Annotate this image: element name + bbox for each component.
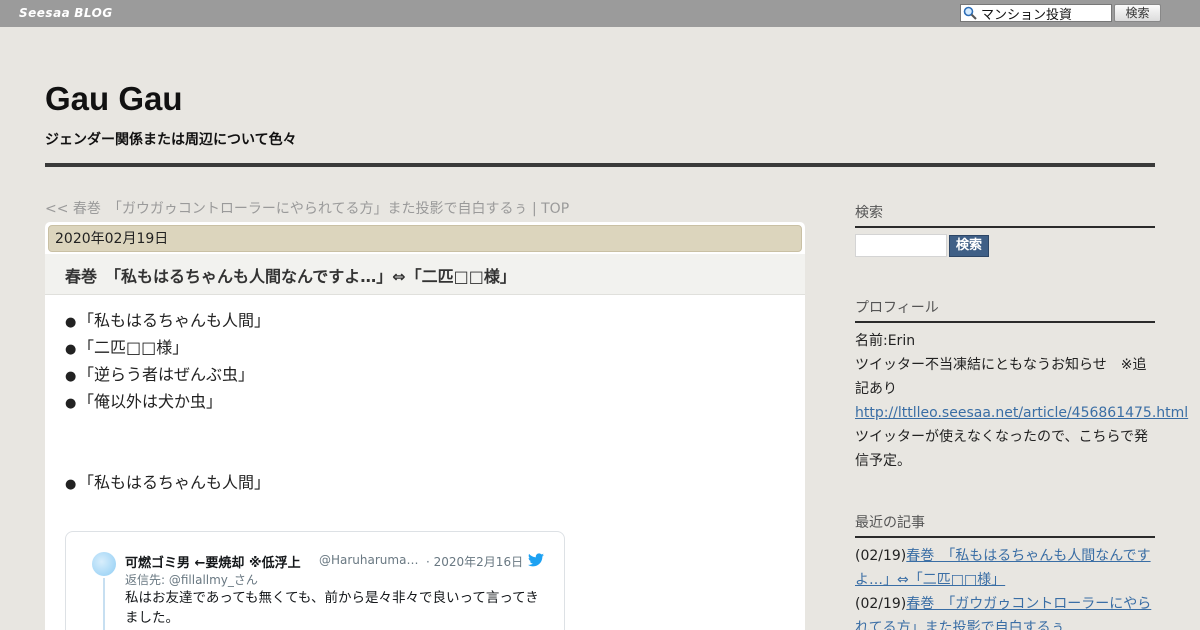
top-link[interactable]: TOP <box>541 201 569 217</box>
sidebar-search-heading: 検索 <box>855 202 1155 228</box>
bullet: ● <box>65 315 77 330</box>
blank-space <box>65 415 270 469</box>
article-navigation: << 春巻 「ガウガゥコントローラーにやられてる方」また投影で自白するぅ | T… <box>45 198 569 218</box>
brand-name: Seesaa <box>19 6 71 20</box>
article-title-bar: 春巻 「私もはるちゃんも人間なんですよ…」⇔「二匹□□様」 <box>45 254 805 295</box>
blog-title[interactable]: Gau Gau <box>45 80 183 118</box>
tweet-reply-to: 返信先: @fillallmy_さん <box>125 571 258 588</box>
tweet-text: 私はお友達であっても無くても、前から是々非々で良いって言ってきました。 <box>125 590 539 626</box>
reply-prefix: 返信先: <box>125 573 169 587</box>
list-item-text: 「私もはるちゃんも人間」 <box>78 311 271 330</box>
tweet-handle[interactable]: @Haruharuma… <box>319 553 419 567</box>
sidebar-search-input[interactable] <box>855 234 947 257</box>
list-item: ● 「二匹□□様」 <box>65 334 270 361</box>
list-item: (02/19)春巻 「私もはるちゃんも人間なんですよ…」⇔「二匹□□様」 <box>855 544 1155 592</box>
list-item: (02/19)春巻 「ガウガゥコントローラーにやられてる方」また投影で自白するぅ <box>855 592 1155 630</box>
list-item-text: 「二匹□□様」 <box>78 338 189 357</box>
article-body: ● 「私もはるちゃんも人間」 ● 「二匹□□様」 ● 「逆らう者はぜんぶ虫」 ● 「俺以… <box>65 307 270 496</box>
list-item: ● 「私もはるちゃんも人間」 <box>65 307 270 334</box>
top-search-button[interactable]: 検索 <box>1114 4 1161 22</box>
header-divider <box>45 163 1155 167</box>
seesaa-blog-logo[interactable]: Seesaa BLOG <box>19 6 113 20</box>
magnifier-icon <box>961 5 979 21</box>
reply-to-handle[interactable]: @fillallmy_さん <box>169 573 258 587</box>
bullet: ● <box>65 396 77 411</box>
article-title[interactable]: 春巻 「私もはるちゃんも人間なんですよ…」⇔「二匹□□様」 <box>65 263 516 287</box>
tweet-date[interactable]: · 2020年2月16日 <box>426 553 523 570</box>
prev-article-link[interactable]: << 春巻 「ガウガゥコントローラーにやられてる方」また投影で自白するぅ <box>45 201 528 217</box>
nav-separator: | <box>527 201 542 217</box>
article: 2020年02月19日 春巻 「私もはるちゃんも人間なんですよ…」⇔「二匹□□様… <box>45 222 805 630</box>
embedded-tweet[interactable]: 可燃ゴミ男 ←要焼却 ※低浮上 @Haruharuma… · 2020年2月16… <box>65 531 565 630</box>
profile-heading: プロフィール <box>855 297 1155 323</box>
profile-name: 名前:Erin <box>855 333 916 349</box>
list-item-text: 「俺以外は犬か虫」 <box>78 392 223 411</box>
blog-description: ジェンダー関係または周辺について色々 <box>45 132 297 148</box>
list-item: ● 「私もはるちゃんも人間」 <box>65 469 270 496</box>
profile-link[interactable]: http://lttlleo.seesaa.net/article/456861… <box>855 405 1188 421</box>
bullet: ● <box>65 369 77 384</box>
profile-content: 名前:Erin ツイッター不当凍結にともなうお知らせ ※追記あり http://… <box>855 329 1188 473</box>
recent-date: (02/19) <box>855 548 907 564</box>
brand-suffix: BLOG <box>74 6 113 20</box>
list-item: ● 「俺以外は犬か虫」 <box>65 388 270 415</box>
sidebar-search-button[interactable]: 検索 <box>949 235 989 257</box>
top-search-field[interactable] <box>960 4 1112 22</box>
bullet: ● <box>65 342 77 357</box>
recent-articles-heading: 最近の記事 <box>855 512 1155 538</box>
list-item-text: 「私もはるちゃんも人間」 <box>78 473 271 492</box>
top-search-input[interactable] <box>979 5 1109 21</box>
recent-date: (02/19) <box>855 596 907 612</box>
avatar[interactable] <box>92 552 116 576</box>
top-bar: SeesaaBLOG 検索 <box>0 0 1200 27</box>
twitter-bird-icon[interactable] <box>528 552 544 567</box>
profile-note: ツイッターが使えなくなったので、こちらで発信予定。 <box>855 429 1149 469</box>
article-date: 2020年02月19日 <box>48 225 802 252</box>
thread-line <box>103 578 105 630</box>
profile-notice: ツイッター不当凍結にともなうお知らせ ※追記あり <box>855 357 1147 397</box>
tweet-author[interactable]: 可燃ゴミ男 ←要焼却 ※低浮上 <box>125 552 301 571</box>
recent-articles-list: (02/19)春巻 「私もはるちゃんも人間なんですよ…」⇔「二匹□□様」 (02… <box>855 544 1155 630</box>
bullet: ● <box>65 477 77 492</box>
list-item-text: 「逆らう者はぜんぶ虫」 <box>78 365 255 384</box>
list-item: ● 「逆らう者はぜんぶ虫」 <box>65 361 270 388</box>
